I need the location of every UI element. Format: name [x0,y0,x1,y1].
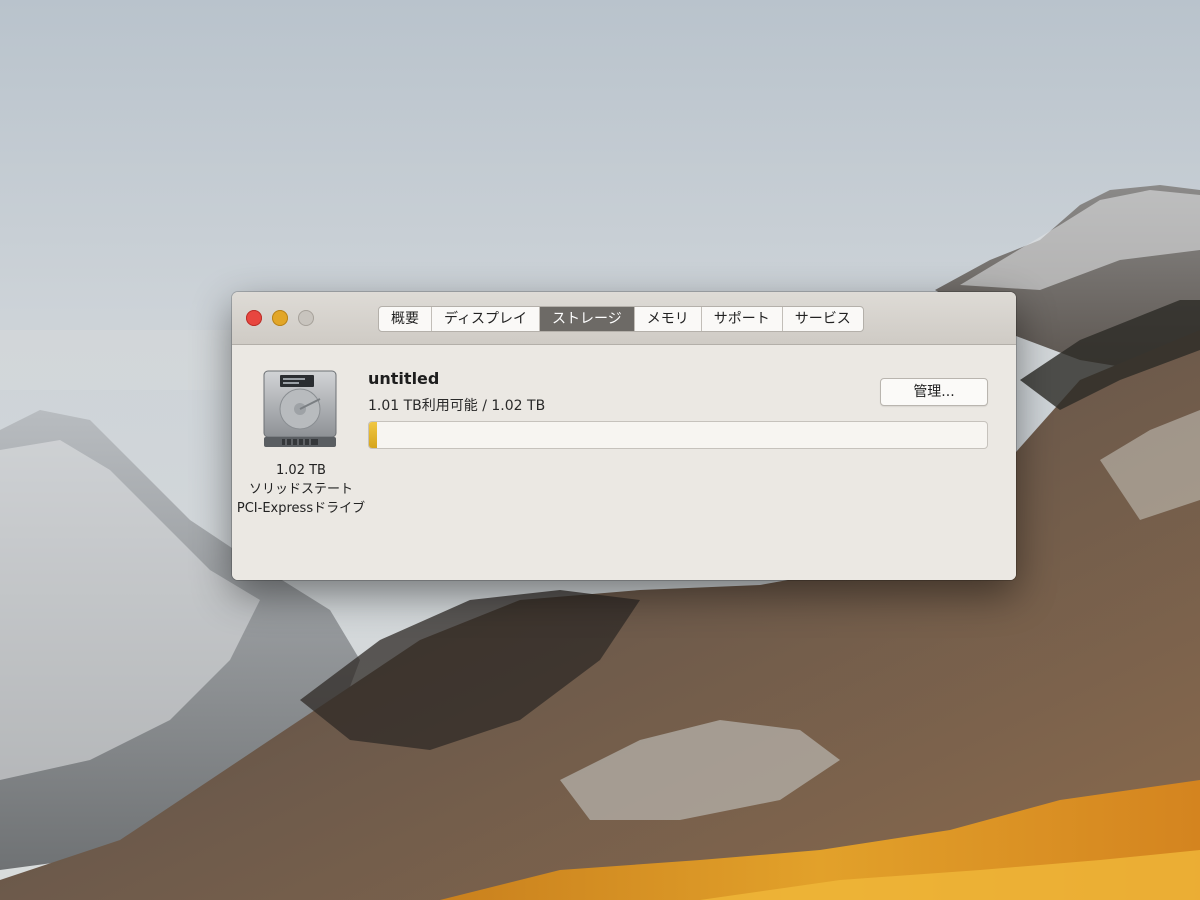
tab-display[interactable]: ディスプレイ [432,307,541,331]
tab-memory[interactable]: メモリ [635,307,702,331]
storage-used-segment [369,422,377,448]
zoom-button[interactable] [298,310,314,326]
storage-usage-bar [368,421,988,449]
tab-overview[interactable]: 概要 [379,307,432,331]
storage-panel: 1.02 TB ソリッドステート PCI-Expressドライブ untitle… [232,345,1016,580]
drive-info: 1.02 TB ソリッドステート PCI-Expressドライブ [232,461,370,518]
manage-button[interactable]: 管理... [880,378,988,406]
drive-capacity: 1.02 TB [276,463,326,478]
system-info-window: 概要 ディスプレイ ストレージ メモリ サポート サービス 1.02 TB ソリ… [232,292,1016,580]
minimize-button[interactable] [272,310,288,326]
close-button[interactable] [246,310,262,326]
drive-type-line1: ソリッドステート [248,482,353,497]
tab-support[interactable]: サポート [702,307,783,331]
volume-name: untitled [368,369,440,388]
window-titlebar[interactable]: 概要 ディスプレイ ストレージ メモリ サポート サービス [232,292,1016,345]
drive-type-line2: PCI-Expressドライブ [236,501,366,516]
tab-storage[interactable]: ストレージ [540,307,635,331]
tab-service[interactable]: サービス [783,307,863,331]
tab-bar: 概要 ディスプレイ ストレージ メモリ サポート サービス [378,306,864,332]
capacity-text: 1.01 TB利用可能 / 1.02 TB [368,398,546,414]
hard-drive-icon [263,370,337,447]
